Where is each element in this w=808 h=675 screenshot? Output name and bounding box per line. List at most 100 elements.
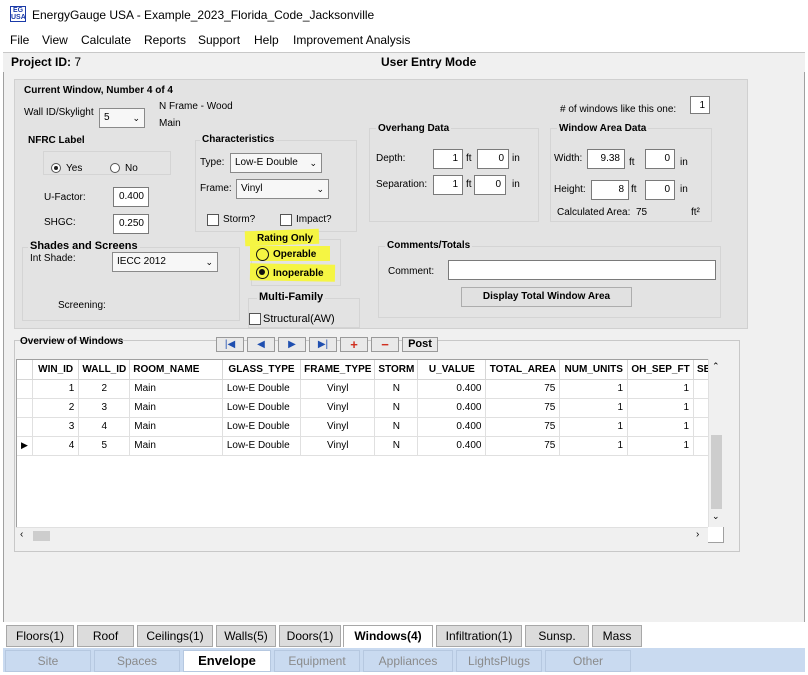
scroll-thumb[interactable]	[711, 435, 722, 509]
column-header[interactable]: FRAME_TYPE	[300, 360, 376, 380]
storm-checkbox[interactable]	[207, 214, 219, 226]
cell-win-id[interactable]: 2	[32, 398, 80, 418]
column-header[interactable]: GLASS_TYPE	[222, 360, 302, 380]
cell-win-id[interactable]: 1	[32, 379, 80, 399]
separation-ft-field[interactable]: 1	[433, 175, 463, 195]
cell-glass-type[interactable]: Low-E Double	[222, 417, 302, 437]
cell-frame-type[interactable]: Vinyl	[300, 398, 376, 418]
num-windows-field[interactable]: 1	[690, 96, 710, 114]
operable-radio[interactable]	[256, 248, 269, 261]
structural-checkbox[interactable]	[249, 313, 261, 325]
add-row-button[interactable]: +	[340, 337, 368, 352]
cell-wall-id[interactable]: 3	[78, 398, 131, 418]
nav-next-button[interactable]: ▶	[278, 337, 306, 352]
cell-win-id[interactable]: 4	[32, 436, 80, 456]
cell-num-units[interactable]: 1	[559, 398, 629, 418]
cell-oh-sep-ft[interactable]: 1	[627, 398, 694, 418]
menu-view[interactable]: View	[42, 33, 68, 47]
column-header[interactable]: ROOM_NAME	[129, 360, 223, 380]
tab-floors[interactable]: Floors(1)	[6, 625, 74, 647]
cell-num-units[interactable]: 1	[559, 436, 629, 456]
tab-doors[interactable]: Doors(1)	[279, 625, 341, 647]
cell-oh-sep-ft[interactable]: 1	[627, 417, 694, 437]
cell-wall-id[interactable]: 4	[78, 417, 131, 437]
scroll-left-icon[interactable]: ‹	[20, 529, 23, 540]
table-row[interactable]: ▶ 4 5 Main Low-E Double Vinyl N 0.400 75…	[17, 436, 723, 456]
cell-total-area[interactable]: 75	[485, 436, 561, 456]
cell-storm[interactable]: N	[374, 436, 419, 456]
horizontal-scrollbar[interactable]: ‹ ›	[16, 527, 708, 543]
shgc-field[interactable]: 0.250	[113, 214, 149, 234]
cell-room-name[interactable]: Main	[129, 379, 223, 399]
menu-calculate[interactable]: Calculate	[81, 33, 131, 47]
tab-ceilings[interactable]: Ceilings(1)	[137, 625, 213, 647]
menu-reports[interactable]: Reports	[144, 33, 186, 47]
column-header[interactable]: STORM	[374, 360, 419, 380]
cell-glass-type[interactable]: Low-E Double	[222, 398, 302, 418]
comment-field[interactable]	[448, 260, 716, 280]
scroll-thumb[interactable]	[33, 531, 50, 541]
height-in-field[interactable]: 0	[645, 180, 675, 200]
menu-improvement-analysis[interactable]: Improvement Analysis	[293, 33, 410, 47]
column-header[interactable]: WIN_ID	[32, 360, 80, 380]
cell-glass-type[interactable]: Low-E Double	[222, 379, 302, 399]
delete-row-button[interactable]: −	[371, 337, 399, 352]
cell-room-name[interactable]: Main	[129, 417, 223, 437]
tab-walls[interactable]: Walls(5)	[216, 625, 276, 647]
cell-oh-sep-ft[interactable]: 1	[627, 379, 694, 399]
menu-support[interactable]: Support	[198, 33, 240, 47]
inoperable-radio[interactable]	[256, 266, 269, 279]
cell-num-units[interactable]: 1	[559, 379, 629, 399]
cell-total-area[interactable]: 75	[485, 379, 561, 399]
ufactor-field[interactable]: 0.400	[113, 187, 149, 207]
tab-windows[interactable]: Windows(4)	[343, 625, 433, 647]
cell-wall-id[interactable]: 5	[78, 436, 131, 456]
tab-roof[interactable]: Roof	[77, 625, 134, 647]
tab-equipment[interactable]: Equipment	[274, 650, 360, 672]
nav-last-button[interactable]: ▶|	[309, 337, 337, 352]
column-header[interactable]: WALL_ID	[78, 360, 131, 380]
nav-prev-button[interactable]: ◀	[247, 337, 275, 352]
tab-envelope[interactable]: Envelope	[183, 650, 271, 672]
cell-storm[interactable]: N	[374, 398, 419, 418]
windows-grid[interactable]: WIN_ID WALL_ID ROOM_NAME GLASS_TYPE FRAM…	[16, 359, 724, 543]
table-row[interactable]: 2 3 Main Low-E Double Vinyl N 0.400 75 1…	[17, 398, 723, 418]
vertical-scrollbar[interactable]: ⌃ ⌄	[708, 359, 724, 527]
depth-in-field[interactable]: 0	[477, 149, 509, 169]
table-row[interactable]: 1 2 Main Low-E Double Vinyl N 0.400 75 1…	[17, 379, 723, 399]
wall-id-select[interactable]: 5 ⌄	[99, 108, 145, 128]
tab-mass[interactable]: Mass	[592, 625, 642, 647]
cell-total-area[interactable]: 75	[485, 417, 561, 437]
tab-lightsplugs[interactable]: LightsPlugs	[456, 650, 542, 672]
cell-frame-type[interactable]: Vinyl	[300, 436, 376, 456]
scroll-down-icon[interactable]: ⌄	[712, 511, 720, 522]
height-ft-field[interactable]: 8	[591, 180, 629, 200]
scroll-right-icon[interactable]: ›	[696, 529, 699, 540]
cell-storm[interactable]: N	[374, 379, 419, 399]
cell-room-name[interactable]: Main	[129, 436, 223, 456]
cell-wall-id[interactable]: 2	[78, 379, 131, 399]
tab-site[interactable]: Site	[5, 650, 91, 672]
frame-type-select[interactable]: Vinyl ⌄	[236, 179, 329, 199]
column-header[interactable]: OH_SEP_FT	[627, 360, 694, 380]
cell-u-value[interactable]: 0.400	[417, 379, 487, 399]
display-total-area-button[interactable]: Display Total Window Area	[461, 287, 632, 307]
menu-file[interactable]: File	[10, 33, 29, 47]
tab-spaces[interactable]: Spaces	[94, 650, 180, 672]
cell-glass-type[interactable]: Low-E Double	[222, 436, 302, 456]
cell-storm[interactable]: N	[374, 417, 419, 437]
scroll-up-icon[interactable]: ⌃	[712, 361, 720, 372]
cell-num-units[interactable]: 1	[559, 417, 629, 437]
width-ft-field[interactable]: 9.38	[587, 149, 625, 169]
cell-oh-sep-ft[interactable]: 1	[627, 436, 694, 456]
cell-room-name[interactable]: Main	[129, 398, 223, 418]
tab-infiltration[interactable]: Infiltration(1)	[436, 625, 522, 647]
cell-frame-type[interactable]: Vinyl	[300, 417, 376, 437]
cell-u-value[interactable]: 0.400	[417, 398, 487, 418]
menu-help[interactable]: Help	[254, 33, 279, 47]
column-header[interactable]: TOTAL_AREA	[485, 360, 561, 380]
int-shade-select[interactable]: IECC 2012 ⌄	[112, 252, 218, 272]
cell-u-value[interactable]: 0.400	[417, 417, 487, 437]
tab-other[interactable]: Other	[545, 650, 631, 672]
tab-appliances[interactable]: Appliances	[363, 650, 453, 672]
